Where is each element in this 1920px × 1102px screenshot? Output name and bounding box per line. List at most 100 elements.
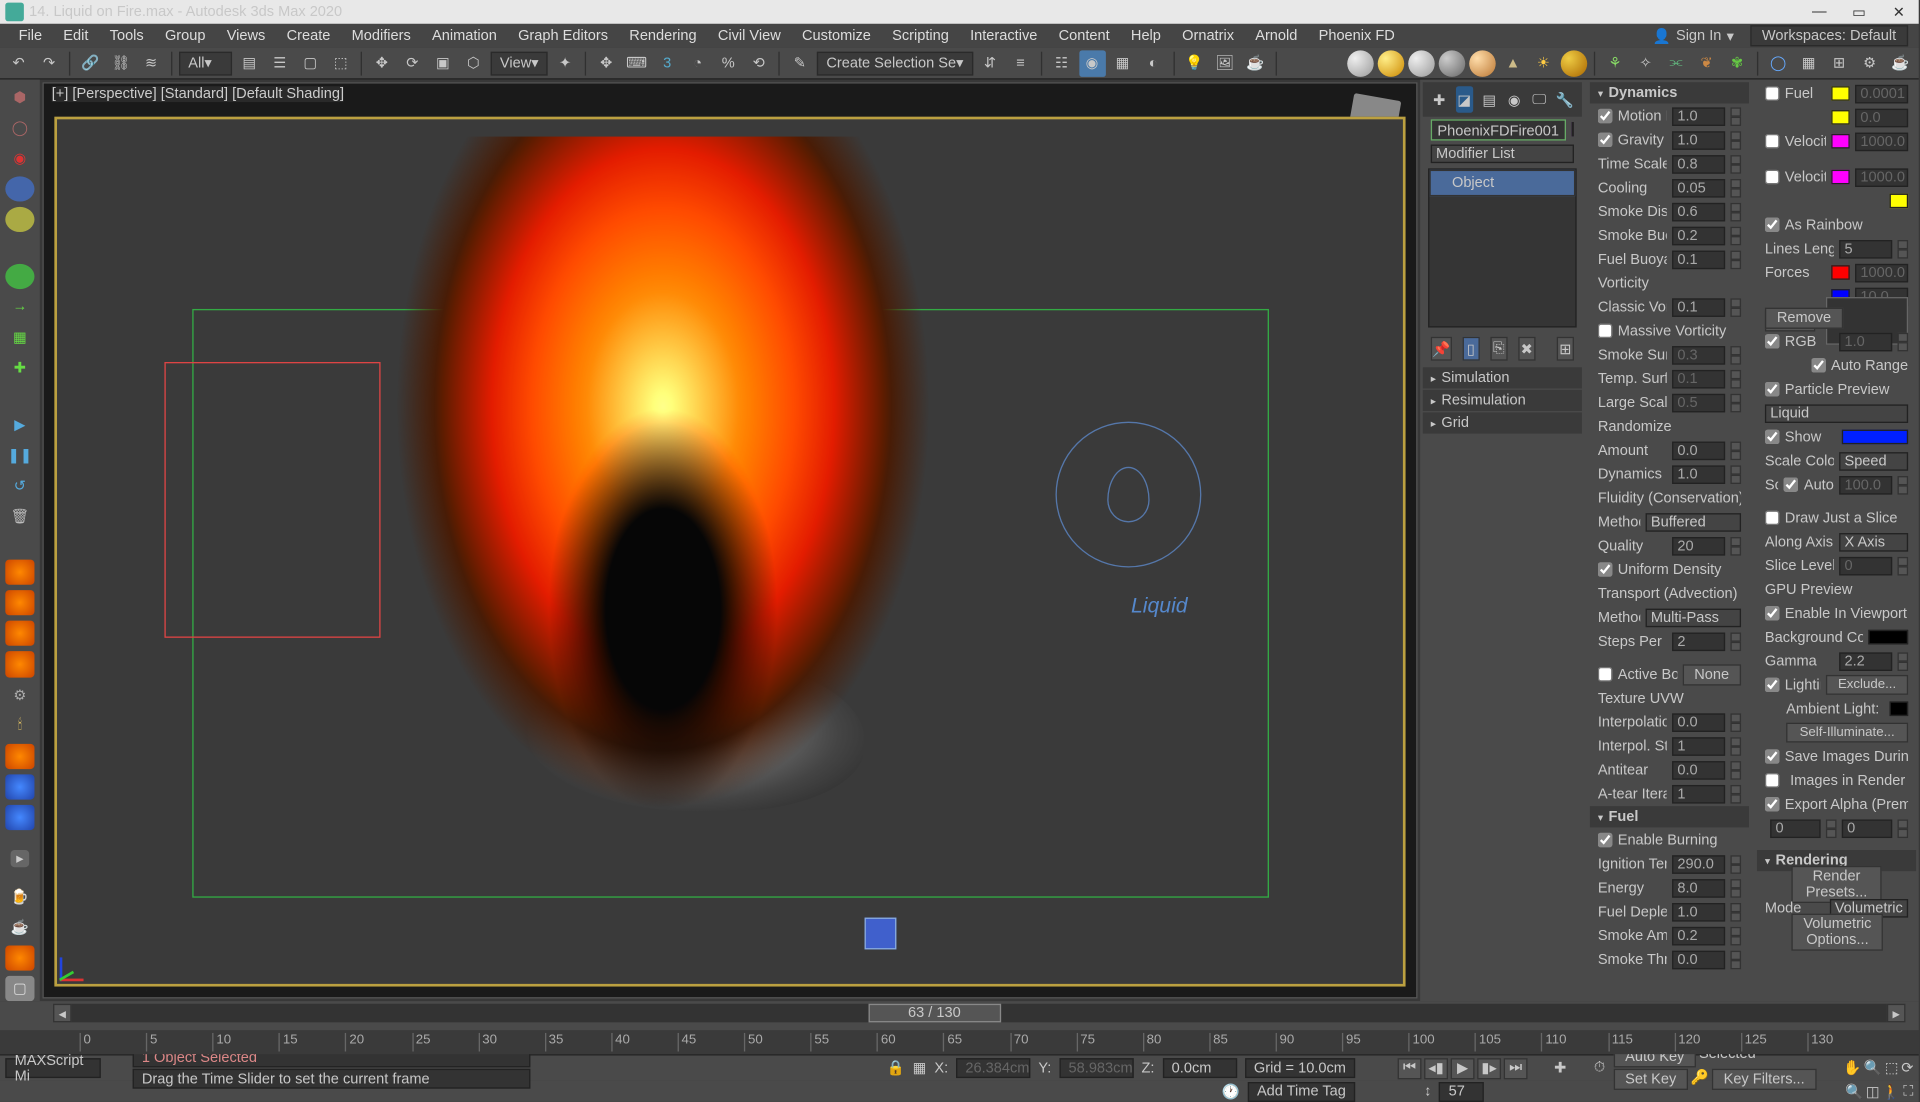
- isolate-icon[interactable]: ▦: [913, 1059, 927, 1076]
- sphere2-icon[interactable]: [1378, 50, 1405, 77]
- create-tab-icon[interactable]: ✚: [1431, 86, 1448, 113]
- amount-val[interactable]: 0.0: [1672, 441, 1725, 460]
- spinner[interactable]: [1730, 107, 1741, 126]
- filter-select[interactable]: All ▾: [179, 51, 232, 75]
- z-coord[interactable]: 0.0cm: [1162, 1058, 1236, 1078]
- bgcolor-swatch[interactable]: [1868, 630, 1908, 645]
- enableburning-check[interactable]: [1598, 833, 1613, 848]
- fuel-swatch2[interactable]: [1831, 110, 1850, 125]
- lineslen-val[interactable]: 5: [1839, 239, 1892, 258]
- keymode-button[interactable]: ✚: [1554, 1059, 1586, 1076]
- burning-icon[interactable]: [5, 621, 34, 646]
- hair-icon[interactable]: ✧: [1632, 50, 1659, 77]
- angle-snap-button[interactable]: ◔: [684, 50, 711, 77]
- orbit-button[interactable]: ⟳: [1901, 1059, 1913, 1076]
- slider-prev-button[interactable]: ◂: [53, 1004, 72, 1023]
- menu-views[interactable]: Views: [216, 24, 276, 48]
- ambient-swatch[interactable]: [1890, 701, 1909, 716]
- sim-icon[interactable]: ⚙: [1856, 50, 1883, 77]
- current-frame-field[interactable]: 57: [1439, 1081, 1484, 1101]
- menu-file[interactable]: File: [8, 24, 53, 48]
- utilities-tab-icon[interactable]: 🔧: [1556, 86, 1574, 113]
- render-button[interactable]: ☕: [1242, 50, 1269, 77]
- render-setup-button[interactable]: 💡: [1181, 50, 1208, 77]
- link-button[interactable]: 🔗: [77, 50, 104, 77]
- rollout-simulation[interactable]: ▸Simulation: [1423, 367, 1582, 388]
- expand-icon[interactable]: ▸: [11, 850, 30, 867]
- gravity-val[interactable]: 1.0: [1672, 131, 1725, 150]
- curve-editor-button[interactable]: ◉: [1079, 50, 1106, 77]
- walk-button[interactable]: 🚶: [1882, 1083, 1900, 1100]
- keyfilters-button[interactable]: Key Filters...: [1712, 1069, 1817, 1090]
- menu-interactive[interactable]: Interactive: [959, 24, 1048, 48]
- drop-icon[interactable]: [5, 177, 34, 202]
- particlepreview-check[interactable]: [1765, 382, 1780, 397]
- imagessize-check[interactable]: [1765, 773, 1780, 788]
- fire-preset-icon[interactable]: [5, 560, 34, 585]
- undo-button[interactable]: ↶: [5, 50, 32, 77]
- modifier-list-dropdown[interactable]: Modifier List: [1431, 144, 1574, 163]
- goto-end-button[interactable]: ⏭: [1504, 1057, 1528, 1078]
- swatch-icon[interactable]: ▢: [5, 976, 34, 1001]
- interp-val[interactable]: 0.0: [1672, 713, 1725, 732]
- refcoord-select[interactable]: View ▾: [491, 51, 548, 75]
- scale-button[interactable]: ▣: [430, 50, 457, 77]
- selfillum-button[interactable]: Self-Illuminate...: [1786, 723, 1908, 743]
- globe-icon[interactable]: ◯: [1765, 50, 1792, 77]
- cross-icon[interactable]: ✚: [5, 355, 34, 380]
- remove-button[interactable]: Remove: [1765, 307, 1843, 328]
- render-frame-button[interactable]: 🖼: [1211, 50, 1238, 77]
- fire-red-icon[interactable]: ◉: [5, 146, 34, 171]
- edit-selection-button[interactable]: ✎: [787, 50, 814, 77]
- pin-stack-icon[interactable]: 📌: [1431, 337, 1452, 361]
- window-crossing-button[interactable]: ⬚: [328, 50, 355, 77]
- activebodies-none-button[interactable]: None: [1682, 664, 1741, 685]
- cup-icon[interactable]: ☕: [5, 915, 34, 940]
- menu-tools[interactable]: Tools: [99, 24, 154, 48]
- show-check[interactable]: [1765, 430, 1780, 445]
- classicvort-val[interactable]: 0.1: [1672, 298, 1725, 317]
- place-button[interactable]: ⬡: [460, 50, 487, 77]
- ocean-icon[interactable]: [5, 774, 34, 799]
- energy-val[interactable]: 8.0: [1672, 878, 1725, 897]
- smokediss-val[interactable]: 0.6: [1672, 202, 1725, 221]
- object-color-swatch[interactable]: [1571, 122, 1574, 137]
- stack-item-object[interactable]: Object: [1429, 170, 1575, 197]
- y-coord[interactable]: 58.983cm: [1059, 1058, 1133, 1078]
- smokethr-val[interactable]: 0.0: [1672, 950, 1725, 969]
- remove-mod-icon[interactable]: ✖: [1518, 337, 1535, 361]
- trash-icon[interactable]: 🗑: [5, 504, 34, 529]
- sun-icon[interactable]: ☀: [1530, 50, 1557, 77]
- lock-selection-icon[interactable]: 🔒: [886, 1059, 904, 1076]
- gear-icon[interactable]: ⚙: [5, 682, 34, 707]
- menu-help[interactable]: Help: [1120, 24, 1171, 48]
- drawslice-check[interactable]: [1765, 511, 1780, 526]
- sphere5-icon[interactable]: [1469, 50, 1496, 77]
- enableviewport-check[interactable]: [1765, 606, 1780, 621]
- time-config-icon[interactable]: ⏱: [1594, 1059, 1605, 1076]
- link-fire-icon[interactable]: [5, 945, 34, 970]
- velocity-swatch[interactable]: [1831, 134, 1850, 149]
- bind-button[interactable]: ≋: [138, 50, 165, 77]
- region-zoom-button[interactable]: ⬚: [1885, 1059, 1899, 1076]
- rollout-dynamics[interactable]: ▾Dynamics: [1590, 82, 1749, 103]
- interpstep-val[interactable]: 1: [1672, 737, 1725, 756]
- atear-val[interactable]: 1: [1672, 784, 1725, 803]
- menu-animation[interactable]: Animation: [421, 24, 507, 48]
- cooling-val[interactable]: 0.05: [1672, 178, 1725, 197]
- timescale-val[interactable]: 0.8: [1672, 154, 1725, 173]
- sphere-yellow-icon[interactable]: [5, 207, 34, 232]
- minimize-button[interactable]: —: [1805, 3, 1834, 22]
- object-name-field[interactable]: PhoenixFDFire001: [1431, 119, 1566, 140]
- menu-content[interactable]: Content: [1048, 24, 1120, 48]
- maximize-button[interactable]: ▭: [1844, 3, 1873, 22]
- make-unique-icon[interactable]: ⎘: [1490, 337, 1507, 361]
- torus-icon[interactable]: ◯: [5, 115, 34, 140]
- menu-modifiers[interactable]: Modifiers: [341, 24, 421, 48]
- frame-spinner-icon[interactable]: ↕: [1424, 1083, 1431, 1099]
- dynamics-val[interactable]: 1.0: [1672, 465, 1725, 484]
- viewport-content[interactable]: Liquid: [54, 117, 1405, 987]
- zoom-extents-button[interactable]: 🔍: [1864, 1059, 1882, 1076]
- velstream-check[interactable]: [1765, 170, 1780, 185]
- time-slider[interactable]: ◂ 63 / 130 ▸: [0, 1001, 1919, 1030]
